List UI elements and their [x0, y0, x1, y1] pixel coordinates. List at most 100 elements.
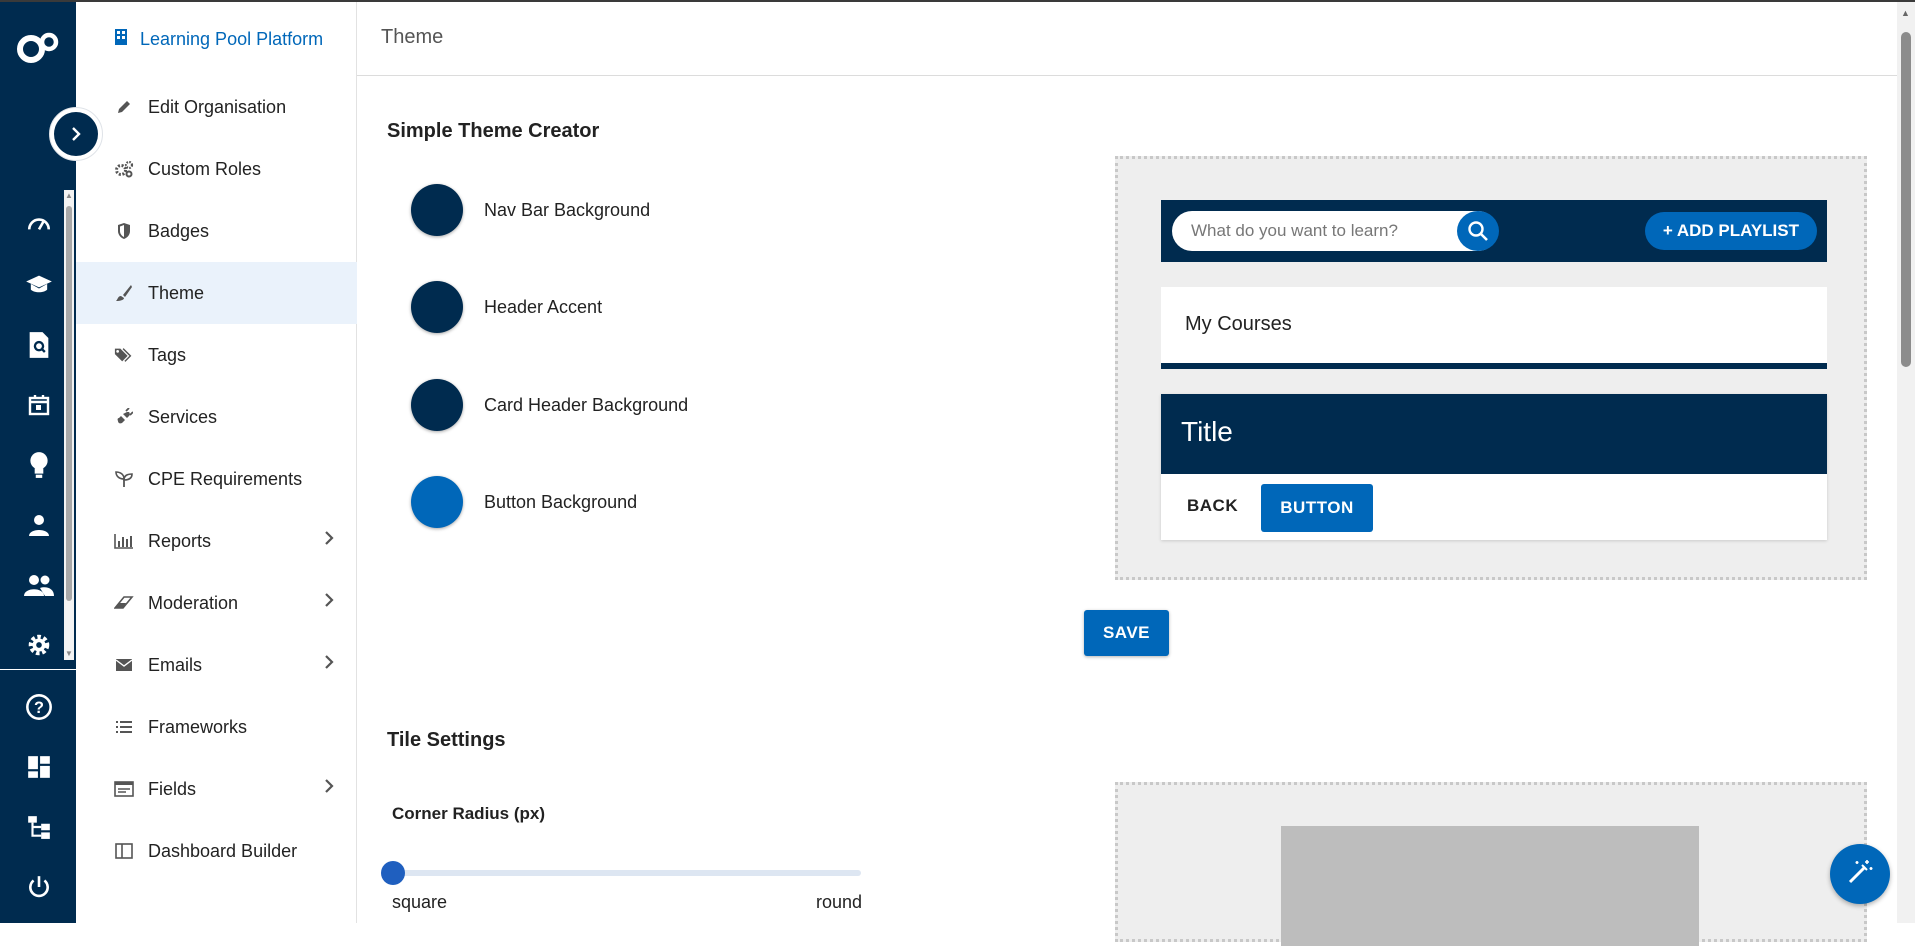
swatch-header-accent[interactable]: Header Accent: [411, 281, 602, 333]
pencil-icon: [114, 97, 134, 117]
preview-nav-bar: What do you want to learn? + ADD PLAYLIS…: [1161, 200, 1827, 262]
corner-radius-label: Corner Radius (px): [392, 804, 546, 823]
color-picker-swatch[interactable]: [411, 476, 463, 528]
calendar-icon[interactable]: [24, 390, 54, 420]
sidebar-item-label: Badges: [148, 220, 210, 241]
magic-wand-button[interactable]: [1830, 844, 1890, 904]
sidebar-item-badges[interactable]: Badges: [76, 200, 357, 262]
color-picker-swatch[interactable]: [411, 184, 463, 236]
sidebar-toggle-button[interactable]: [49, 107, 103, 161]
chevron-right-icon: [323, 778, 335, 799]
sidebar-item-fields[interactable]: Fields: [76, 758, 357, 820]
sidebar-item-edit-organisation[interactable]: Edit Organisation: [76, 76, 357, 138]
preview-search-input: What do you want to learn?: [1172, 211, 1499, 251]
sidebar-item-label: Reports: [148, 530, 212, 551]
plug-icon: [114, 407, 134, 427]
person-icon[interactable]: [24, 510, 54, 540]
theme-preview: What do you want to learn? + ADD PLAYLIS…: [1115, 156, 1867, 580]
scroll-up-arrow-icon[interactable]: ▲: [1901, 8, 1910, 18]
sidebar-title[interactable]: Learning Pool Platform: [114, 28, 323, 51]
swatch-nav-bar-background[interactable]: Nav Bar Background: [411, 184, 650, 236]
sidebar-item-theme[interactable]: Theme: [76, 262, 357, 324]
sidebar-item-emails[interactable]: Emails: [76, 634, 357, 696]
rail-scrollbar[interactable]: ▲ ▼: [64, 190, 74, 660]
power-icon[interactable]: [24, 872, 54, 902]
page-header: Theme: [357, 2, 1897, 76]
app-frame: ? ▲ ▼ Learning Pool Platform Edit Organi…: [0, 0, 1915, 946]
page-scroll-thumb[interactable]: [1901, 32, 1911, 367]
swatch-label: Nav Bar Background: [484, 199, 651, 220]
preview-card: Title BACK BUTTON: [1161, 394, 1827, 540]
learning-pool-logo-icon[interactable]: [16, 28, 62, 68]
preview-header-accent: My Courses: [1161, 287, 1827, 369]
swatch-label: Card Header Background: [484, 394, 689, 415]
rail-divider: [0, 669, 76, 670]
sidebar-item-dashboard-builder[interactable]: Dashboard Builder: [76, 820, 357, 882]
chevron-right-icon: [323, 530, 335, 551]
corner-radius-slider-track[interactable]: [392, 870, 861, 876]
sidebar-item-cpe-requirements[interactable]: CPE Requirements: [76, 448, 357, 510]
document-search-icon[interactable]: [24, 330, 54, 360]
sidebar-item-label: Services: [148, 406, 218, 427]
people-icon[interactable]: [24, 570, 54, 600]
sidebar-item-label: Emails: [148, 654, 203, 675]
corner-radius-slider-thumb[interactable]: [381, 861, 405, 885]
sidebar-item-reports[interactable]: Reports: [76, 510, 357, 572]
preview-card-header: Title: [1161, 394, 1827, 474]
paintbrush-icon: [114, 283, 134, 303]
slider-max-label: round: [816, 892, 863, 912]
envelope-icon: [114, 655, 134, 675]
building-icon: [114, 28, 128, 51]
sidebar-item-label: Tags: [148, 344, 187, 365]
magic-wand-icon: [1845, 857, 1875, 892]
bar-chart-icon: [114, 531, 134, 551]
save-button[interactable]: SAVE: [1084, 610, 1169, 656]
tile-preview: [1115, 782, 1867, 946]
sidebar-item-services[interactable]: Services: [76, 386, 357, 448]
sidebar-item-label: Frameworks: [148, 716, 248, 737]
scroll-up-arrow-icon[interactable]: ▲: [65, 192, 73, 200]
sidebar-item-label: Edit Organisation: [148, 96, 287, 117]
swatch-label: Header Accent: [484, 296, 603, 317]
svg-text:?: ?: [34, 699, 44, 717]
preview-primary-button: BUTTON: [1261, 484, 1373, 532]
swatch-button-background[interactable]: Button Background: [411, 476, 637, 528]
sidebar-item-moderation[interactable]: Moderation: [76, 572, 357, 634]
scroll-down-arrow-icon[interactable]: ▼: [65, 650, 73, 658]
rail-scroll-thumb[interactable]: [66, 206, 72, 601]
chevron-right-icon: [54, 112, 98, 156]
preview-card-title: Title: [1181, 416, 1233, 447]
chevron-right-icon: [323, 654, 335, 675]
preview-back-button: BACK: [1187, 496, 1239, 515]
tile-preview-box: [1281, 826, 1699, 946]
chevron-right-icon: [323, 592, 335, 613]
lightbulb-icon[interactable]: [24, 450, 54, 480]
color-picker-swatch[interactable]: [411, 379, 463, 431]
dashboard-tiles-icon[interactable]: [24, 752, 54, 782]
sidebar-item-frameworks[interactable]: Frameworks: [76, 696, 357, 758]
sidebar-item-tags[interactable]: Tags: [76, 324, 357, 386]
sidebar-title-label: Learning Pool Platform: [140, 29, 324, 49]
eraser-icon: [114, 593, 134, 613]
page-scrollbar[interactable]: ▲: [1897, 2, 1915, 923]
sidebar-item-custom-roles[interactable]: Custom Roles: [76, 138, 357, 200]
shield-icon: [114, 221, 134, 241]
list-icon: [114, 717, 134, 737]
tags-icon: [114, 345, 134, 365]
color-picker-swatch[interactable]: [411, 281, 463, 333]
slider-min-label: square: [392, 892, 448, 912]
search-placeholder: What do you want to learn?: [1191, 221, 1398, 240]
preview-my-courses: My Courses: [1185, 313, 1292, 335]
gears-icon: [114, 159, 134, 179]
sidebar-item-label: Custom Roles: [148, 158, 262, 179]
graduation-cap-icon[interactable]: [24, 270, 54, 300]
sidebar-item-label: Fields: [148, 778, 197, 799]
settings-sidebar: Learning Pool Platform Edit Organisation…: [76, 2, 357, 923]
swatch-card-header-background[interactable]: Card Header Background: [411, 379, 688, 431]
help-icon[interactable]: ?: [24, 692, 54, 722]
gear-icon[interactable]: [24, 630, 54, 660]
swatch-label: Button Background: [484, 491, 638, 512]
dashboard-gauge-icon[interactable]: [24, 210, 54, 240]
tile-settings-heading: Tile Settings: [387, 729, 506, 751]
hierarchy-icon[interactable]: [24, 812, 54, 842]
